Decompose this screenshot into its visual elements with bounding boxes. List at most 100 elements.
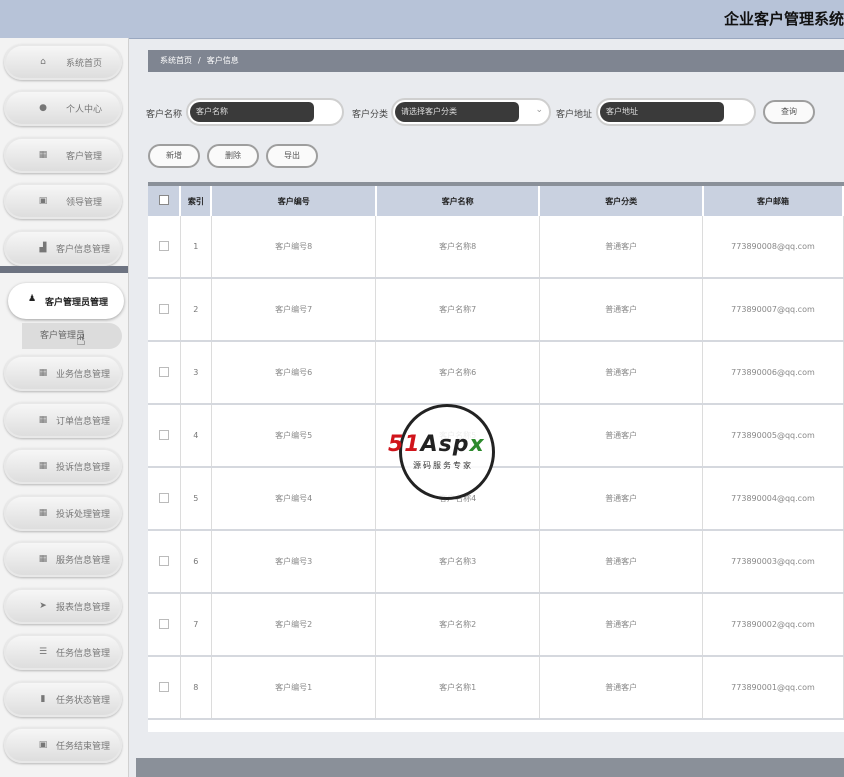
add-button[interactable]: 新增	[148, 144, 200, 168]
table-body: 1 客户编号8 客户名称8 普通客户 773890008@qq.com 2 客户编号7 客户名…	[148, 216, 844, 720]
row-checkbox[interactable]	[158, 429, 169, 440]
send-icon: ➤	[39, 601, 47, 611]
grid-icon: ▦	[38, 508, 48, 518]
cell-customer-email: 773890007@qq.com	[702, 278, 844, 342]
row-checkbox[interactable]	[158, 303, 169, 314]
app-title: 企业客户管理系统	[723, 10, 844, 28]
sidebar-item-label: 系统首页	[66, 59, 103, 69]
sidebar-item-reports[interactable]: ➤ 报表信息管理	[4, 588, 122, 624]
sidebar-item-orders[interactable]: ▦ 订单信息管理	[4, 402, 122, 438]
cell-customer-name: 客户名称8	[375, 216, 540, 279]
sidebar-item-label: 投诉信息管理	[56, 463, 111, 473]
sidebar-item-task-end[interactable]: ▣ 任务结束管理	[4, 727, 122, 763]
sidebar-item-customer-info[interactable]: ▟ 客户信息管理	[4, 230, 122, 266]
export-button[interactable]: 导出	[266, 144, 318, 168]
customer-category-placeholder: 请选择客户分类	[395, 102, 519, 122]
cell-customer-category: 普通客户	[539, 216, 704, 279]
sidebar-item-label: 订单信息管理	[56, 417, 111, 427]
select-all-cell	[148, 186, 182, 216]
grid-icon: ▦	[38, 415, 48, 425]
sidebar-item-customers[interactable]: ▦ 客户管理	[4, 137, 122, 173]
row-select-cell	[148, 467, 181, 531]
sidebar-item-label: 客户管理员管理	[45, 298, 109, 308]
sidebar-item-complaints[interactable]: ▦ 投诉信息管理	[4, 448, 122, 484]
row-checkbox[interactable]	[158, 681, 169, 692]
sidebar-item-business[interactable]: ▦ 业务信息管理	[4, 355, 122, 391]
cell-index: 7	[180, 593, 212, 657]
row-checkbox[interactable]	[158, 240, 169, 251]
sidebar-item-services[interactable]: ▦ 服务信息管理	[4, 541, 122, 577]
sidebar-item-tasks[interactable]: ☰ 任务信息管理	[4, 634, 122, 670]
breadcrumb: 系统首页 / 客户信息	[148, 50, 844, 72]
breadcrumb-home[interactable]: 系统首页	[160, 56, 192, 65]
cell-index: 5	[180, 467, 212, 531]
customer-name-input[interactable]: 客户名称	[186, 98, 344, 126]
sidebar-item-label: 业务信息管理	[56, 370, 111, 380]
customer-address-input[interactable]: 客户地址	[596, 98, 756, 126]
row-checkbox[interactable]	[158, 618, 169, 629]
select-all-checkbox[interactable]	[158, 195, 169, 205]
row-checkbox[interactable]	[158, 492, 169, 503]
sidebar-item-customer-admin[interactable]: ♟ 客户管理员管理	[8, 283, 124, 319]
customer-address-placeholder: 客户地址	[600, 102, 724, 122]
sidebar-item-complaint-handling[interactable]: ▦ 投诉处理管理	[4, 495, 122, 531]
table-row[interactable]: 5客户编号4客户名称4普通客户773890004@qq.com	[148, 467, 844, 531]
clipboard-icon: ▣	[38, 740, 48, 750]
table-row[interactable]: 7 客户编号2 客户名称2 普通客户 773890002@qq.com	[148, 593, 844, 657]
cell-customer-email: 773890001@qq.com	[702, 656, 844, 720]
sidebar-item-home[interactable]: ⌂ 系统首页	[4, 44, 122, 80]
delete-button[interactable]: 删除	[207, 144, 259, 168]
row-select-cell	[148, 530, 181, 594]
main-content: 系统首页 / 客户信息 客户名称 客户名称 客户分类 请选择客户分类 ⌄ 客户地址 …	[136, 38, 844, 777]
user-icon: ♟	[28, 294, 37, 304]
cell-customer-code: 客户编号7	[211, 278, 377, 342]
cell-customer-email: 773890002@qq.com	[702, 593, 844, 657]
cell-customer-email: 773890005@qq.com	[702, 404, 844, 468]
sidebar-item-task-status[interactable]: ▮ 任务状态管理	[4, 681, 122, 717]
clipboard-icon: ▣	[38, 196, 48, 206]
customer-name-placeholder: 客户名称	[190, 102, 314, 122]
hand-cursor-icon: ☝	[76, 330, 86, 349]
table-row[interactable]: 2 客户编号7 客户名称7 普通客户 773890007@qq.com	[148, 278, 844, 342]
sidebar-item-label: 服务信息管理	[56, 556, 111, 566]
col-customer-name[interactable]: 客户名称	[375, 186, 541, 216]
cell-customer-name: 客户名称6	[375, 341, 540, 405]
sidebar-item-label: 个人中心	[66, 105, 103, 115]
sidebar-item-label: 任务信息管理	[56, 649, 111, 659]
query-button[interactable]: 查询	[763, 100, 815, 124]
row-checkbox[interactable]	[158, 366, 169, 377]
col-customer-category[interactable]: 客户分类	[539, 186, 704, 216]
col-customer-email[interactable]: 客户邮箱	[702, 186, 844, 216]
cell-index: 1	[180, 216, 212, 279]
row-select-cell	[148, 593, 181, 657]
cell-customer-name: 客户名称3	[375, 530, 540, 594]
table-row[interactable]: 8 客户编号1 客户名称1 普通客户 773890001@qq.com	[148, 656, 844, 720]
sidebar-item-label: 任务状态管理	[56, 696, 111, 706]
active-section-divider	[0, 266, 128, 273]
table-row[interactable]: 1 客户编号8 客户名称8 普通客户 773890008@qq.com	[148, 216, 844, 279]
cell-customer-email: 773890006@qq.com	[702, 341, 844, 405]
cell-customer-category: 普通客户	[539, 341, 704, 405]
grid-icon: ▦	[38, 368, 48, 378]
cell-customer-code: 客户编号8	[211, 216, 377, 279]
cell-customer-category: 普通客户	[539, 278, 704, 342]
sidebar-item-label: 领导管理	[66, 198, 103, 208]
col-customer-code[interactable]: 客户编号	[211, 186, 377, 216]
sidebar-subitem-customer-admin[interactable]: 客户管理员	[22, 323, 122, 349]
sidebar-item-profile[interactable]: ● 个人中心	[4, 90, 122, 126]
table-row[interactable]: 6 客户编号3 客户名称3 普通客户 773890003@qq.com	[148, 530, 844, 594]
cell-customer-code: 客户编号2	[211, 593, 377, 657]
table-row[interactable]: 4客户编号5客户名称5普通客户773890005@qq.com	[148, 404, 844, 468]
sidebar-group-customer-admin: ♟ 客户管理员管理 客户管理员	[0, 283, 128, 351]
customer-address-label: 客户地址	[556, 110, 593, 120]
row-checkbox[interactable]	[158, 555, 169, 566]
table-row[interactable]: 3 客户编号6 客户名称6 普通客户 773890006@qq.com	[148, 341, 844, 405]
home-icon: ⌂	[40, 57, 46, 67]
cell-customer-category: 普通客户	[539, 656, 704, 720]
cell-customer-email: 773890004@qq.com	[702, 467, 844, 531]
col-index: 索引	[180, 186, 213, 216]
sidebar-item-leaders[interactable]: ▣ 领导管理	[4, 183, 122, 219]
footer-bar	[136, 758, 844, 777]
customer-category-select[interactable]: 请选择客户分类 ⌄	[391, 98, 551, 126]
cell-customer-email: 773890003@qq.com	[702, 530, 844, 594]
